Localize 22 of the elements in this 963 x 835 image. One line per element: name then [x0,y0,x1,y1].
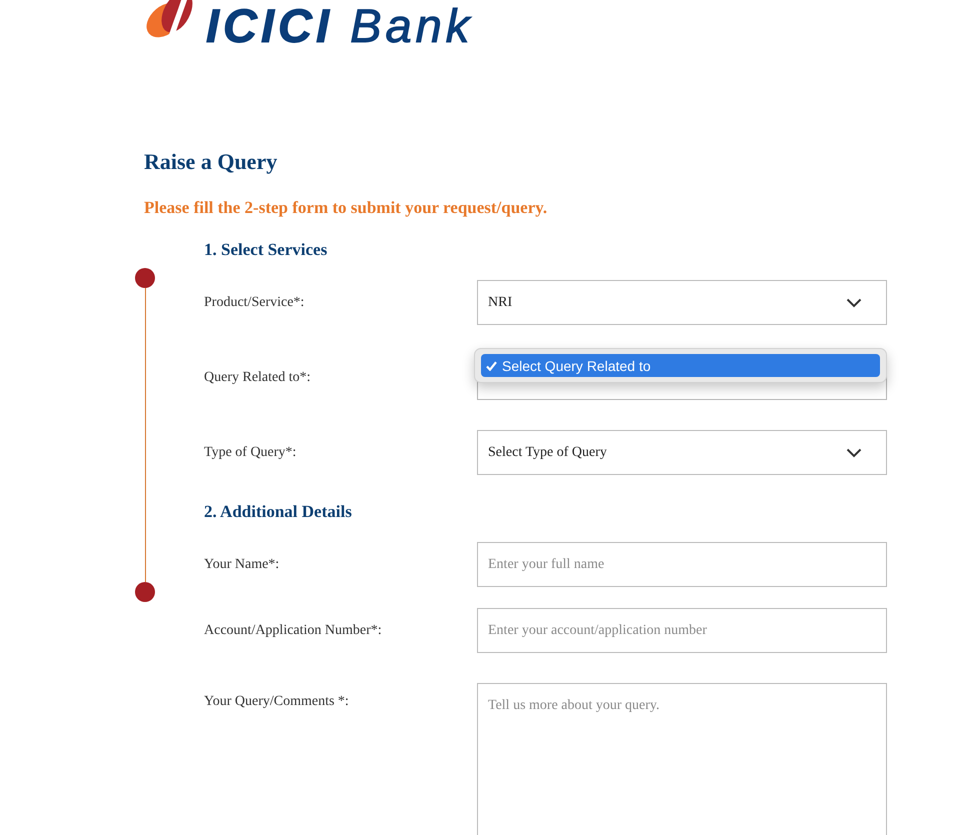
step-dot [135,582,155,602]
select-field[interactable]: NRI [477,280,887,325]
field-label: Account/Application Number*: [204,622,382,638]
check-icon [486,360,497,370]
input-field[interactable]: Enter your account/application number [477,608,887,653]
field-label: Query Related to*: [204,370,311,386]
dropdown-option[interactable]: Select Query Related to [481,354,880,377]
step-heading: 1. Select Services [204,239,328,261]
chevron-icon [846,448,862,458]
logo-text: ICICI Bank [206,2,474,49]
select-field[interactable]: Select Type of Query [477,430,887,475]
step-dot [135,268,155,288]
field-label: Product/Service*: [204,294,304,310]
step-heading: 2. Additional Details [204,501,352,523]
comments-field[interactable]: Tell us more about your query. [477,683,887,835]
field-label: Your Name*: [204,556,280,572]
page-subtitle: Please fill the 2-step form to submit your request/query. [144,197,548,219]
page-title: Raise a Query [144,148,278,176]
input-field[interactable]: Enter your full name [477,542,887,587]
field-label: Type of Query*: [204,444,296,460]
field-label: Your Query/Comments *: [204,693,349,710]
chevron-icon [846,298,862,308]
